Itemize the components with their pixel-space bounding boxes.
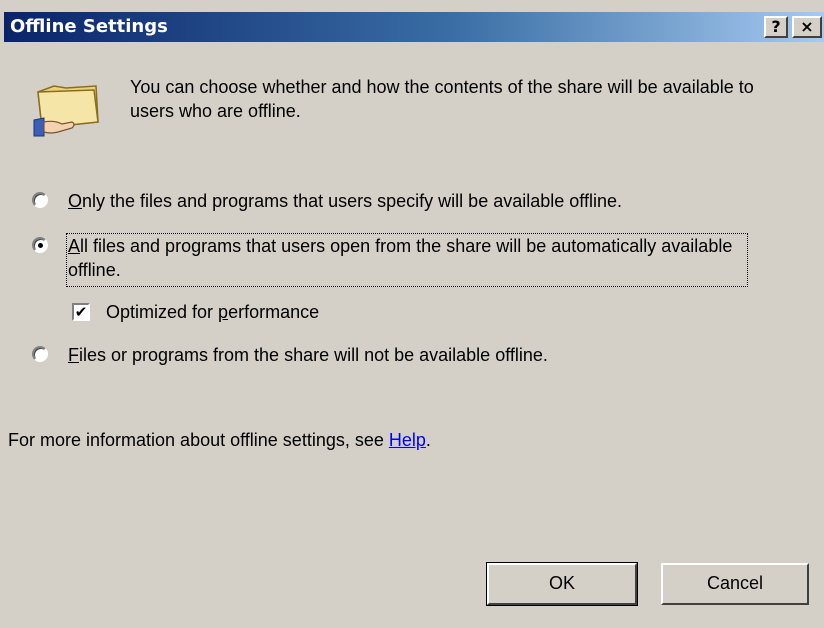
help-link[interactable]: Help (389, 430, 426, 450)
label-before: Optimized for (106, 302, 219, 322)
offline-settings-dialog: Offline Settings ? × You can choose whet… (0, 0, 824, 628)
optimized-label: Optimized for performance (106, 300, 319, 324)
radio-user-specified[interactable] (32, 192, 48, 208)
close-button[interactable]: × (792, 16, 822, 38)
label-text: nly the files and programs that users sp… (82, 191, 622, 211)
option-not-available-label: Files or programs from the share will no… (68, 343, 548, 367)
mnemonic: O (68, 191, 83, 211)
more-info-text: For more information about offline setti… (8, 428, 431, 452)
option-user-specified-label: Only the files and programs that users s… (68, 189, 622, 213)
shared-folder-icon (33, 85, 99, 137)
radio-all-files-auto[interactable] (32, 237, 48, 253)
more-info-label: For more information about offline setti… (8, 430, 389, 450)
radio-selected-dot (38, 243, 43, 248)
optimized-checkbox[interactable]: ✔ (72, 303, 90, 321)
help-button[interactable]: ? (764, 16, 788, 38)
label-after: erformance (228, 302, 320, 322)
radio-not-available[interactable] (32, 346, 48, 362)
ok-button[interactable]: OK (486, 562, 638, 606)
mnemonic: A (68, 236, 81, 256)
label-text: iles or programs from the share will not… (79, 345, 548, 365)
mnemonic: p (218, 302, 229, 322)
label-text: ll files and programs that users open fr… (68, 236, 733, 280)
window-title: Offline Settings (10, 16, 168, 37)
option-all-files-auto-label: All files and programs that users open f… (68, 234, 758, 282)
mnemonic: F (68, 345, 79, 365)
title-bar[interactable]: Offline Settings ? × (4, 12, 824, 42)
cancel-button[interactable]: Cancel (661, 563, 809, 605)
intro-text: You can choose whether and how the conte… (130, 77, 754, 121)
more-info-end: . (425, 430, 431, 450)
